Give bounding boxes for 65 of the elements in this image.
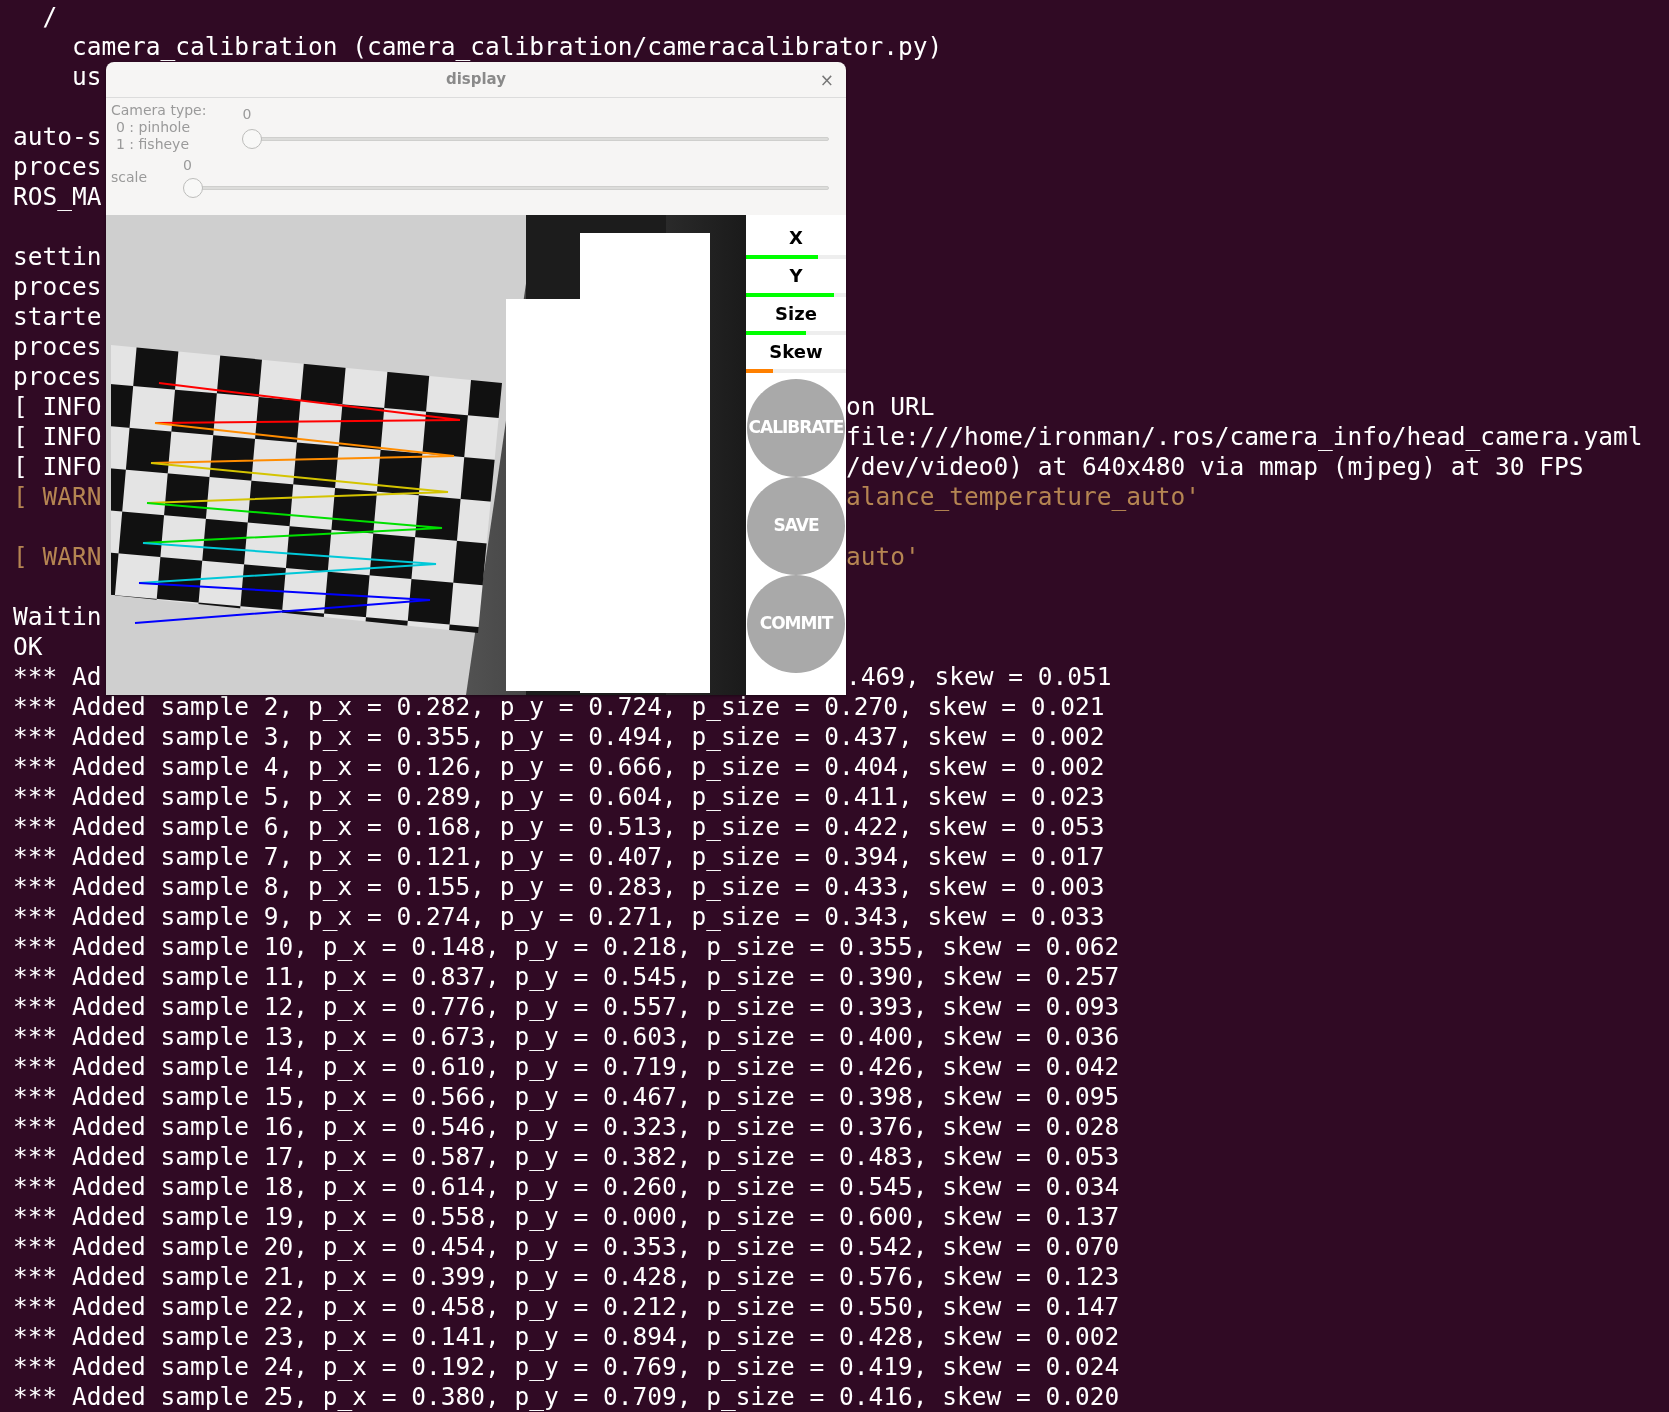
terminal-text: proces (13, 332, 102, 361)
terminal-text: ROS_MA (13, 182, 102, 211)
terminal-text: / (41, 2, 58, 31)
close-button[interactable]: × (817, 68, 836, 94)
terminal-text: on URL (846, 392, 935, 422)
terminal-text: [ INFO (13, 392, 102, 421)
terminal-text: proces (13, 152, 102, 181)
option-text: 0 : pinhole (115, 119, 192, 136)
terminal-text: *** Added sample 16, p_x = 0.546, p_y = 0.323, p_size = 0.376, skew = 0.028 (13, 1112, 1120, 1141)
terminal-text: starte (13, 302, 102, 331)
option-text: 1 : fisheye (115, 136, 191, 153)
progress-label: X (789, 226, 803, 250)
progress-label: Y (789, 264, 803, 288)
terminal-text: proces (13, 362, 102, 391)
terminal-text: [ WARN (13, 482, 102, 511)
slider[interactable] (183, 178, 829, 198)
trackbar-label: scale (111, 169, 148, 186)
terminal-text: *** Added sample 8, p_x = 0.155, p_y = 0.283, p_size = 0.433, skew = 0.003 (13, 872, 1105, 901)
terminal-text: *** Added sample 17, p_x = 0.587, p_y = 0.382, p_size = 0.483, skew = 0.053 (13, 1142, 1120, 1171)
terminal-text: *** Added sample 9, p_x = 0.274, p_y = 0.271, p_size = 0.343, skew = 0.033 (13, 902, 1105, 931)
terminal-text: camera_calibration (camera_calibration/cameracalibrator.py) (71, 32, 943, 61)
terminal-text: .469, skew = 0.051 (846, 662, 1112, 692)
terminal-text: *** Added sample 14, p_x = 0.610, p_y = 0.719, p_size = 0.426, skew = 0.042 (13, 1052, 1120, 1081)
terminal-text: [ WARN (13, 542, 102, 571)
terminal-text: auto' (846, 542, 920, 572)
terminal-text: file:///home/ironman/.ros/camera_info/head_camera.yaml (846, 422, 1643, 452)
terminal-text: *** Added sample 13, p_x = 0.673, p_y = 0.603, p_size = 0.400, skew = 0.036 (13, 1022, 1120, 1051)
terminal-text: Waitin (13, 602, 102, 631)
terminal-text: [ INFO (13, 422, 102, 451)
terminal-text: *** Added sample 10, p_x = 0.148, p_y = 0.218, p_size = 0.355, skew = 0.062 (13, 932, 1120, 961)
slider-thumb[interactable] (242, 129, 263, 149)
terminal-text: settin (13, 242, 102, 271)
terminal-text: *** Added sample 12, p_x = 0.776, p_y = 0.557, p_size = 0.393, skew = 0.093 (13, 992, 1120, 1021)
terminal-text: *** Added sample 18, p_x = 0.614, p_y = 0.260, p_size = 0.545, skew = 0.034 (13, 1172, 1120, 1201)
terminal-text: *** Added sample 7, p_x = 0.121, p_y = 0.407, p_size = 0.394, skew = 0.017 (13, 842, 1105, 871)
slider-thumb[interactable] (183, 178, 204, 198)
terminal-text: alance_temperature_auto' (846, 482, 1200, 512)
terminal-text: *** Added sample 25, p_x = 0.380, p_y = 0.709, p_size = 0.416, skew = 0.020 (13, 1382, 1120, 1411)
terminal-text: [ INFO (13, 452, 102, 481)
terminal-text: /dev/video0) at 640x480 via mmap (mjpeg) at 30 FPS (846, 452, 1584, 482)
terminal-text: proces (13, 272, 102, 301)
terminal-text: *** Added sample 20, p_x = 0.454, p_y = 0.353, p_size = 0.542, skew = 0.070 (13, 1232, 1120, 1261)
terminal-text: *** Added sample 19, p_x = 0.558, p_y = 0.000, p_size = 0.600, skew = 0.137 (13, 1202, 1120, 1231)
trackbar-value: 0 (183, 157, 192, 174)
terminal-text: *** Added sample 21, p_x = 0.399, p_y = 0.428, p_size = 0.576, skew = 0.123 (13, 1262, 1120, 1291)
progress-label: Size (775, 302, 817, 326)
terminal-text: *** Added sample 23, p_x = 0.141, p_y = 0.894, p_size = 0.428, skew = 0.002 (13, 1322, 1120, 1351)
terminal-text: *** Added sample 24, p_x = 0.192, p_y = 0.769, p_size = 0.419, skew = 0.024 (13, 1352, 1120, 1381)
terminal-text: OK (13, 632, 43, 661)
terminal-text: *** Added sample 6, p_x = 0.168, p_y = 0.513, p_size = 0.422, skew = 0.053 (13, 812, 1105, 841)
trackbar-value: 0 (242, 106, 252, 123)
trackbar-label: Camera type: (111, 102, 207, 119)
terminal-text: *** Added sample 11, p_x = 0.837, p_y = 0.545, p_size = 0.390, skew = 0.257 (13, 962, 1120, 991)
terminal-text: *** Added sample 2, p_x = 0.282, p_y = 0.724, p_size = 0.270, skew = 0.021 (13, 692, 1105, 721)
terminal-text: us (71, 62, 102, 91)
terminal-text: *** Added sample 22, p_x = 0.458, p_y = 0.212, p_size = 0.550, skew = 0.147 (13, 1292, 1120, 1321)
terminal-text: *** Ad (13, 662, 102, 691)
terminal-text: *** Added sample 15, p_x = 0.566, p_y = 0.467, p_size = 0.398, skew = 0.095 (13, 1082, 1120, 1111)
progress-label: Skew (769, 340, 823, 364)
terminal-text: auto-s (13, 122, 102, 151)
slider[interactable] (242, 129, 829, 149)
terminal-text: *** Added sample 3, p_x = 0.355, p_y = 0.494, p_size = 0.437, skew = 0.002 (13, 722, 1105, 751)
window-title: display (445, 69, 507, 91)
terminal-text: *** Added sample 4, p_x = 0.126, p_y = 0.666, p_size = 0.404, skew = 0.002 (13, 752, 1105, 781)
terminal-text: *** Added sample 5, p_x = 0.289, p_y = 0.604, p_size = 0.411, skew = 0.023 (13, 782, 1105, 811)
